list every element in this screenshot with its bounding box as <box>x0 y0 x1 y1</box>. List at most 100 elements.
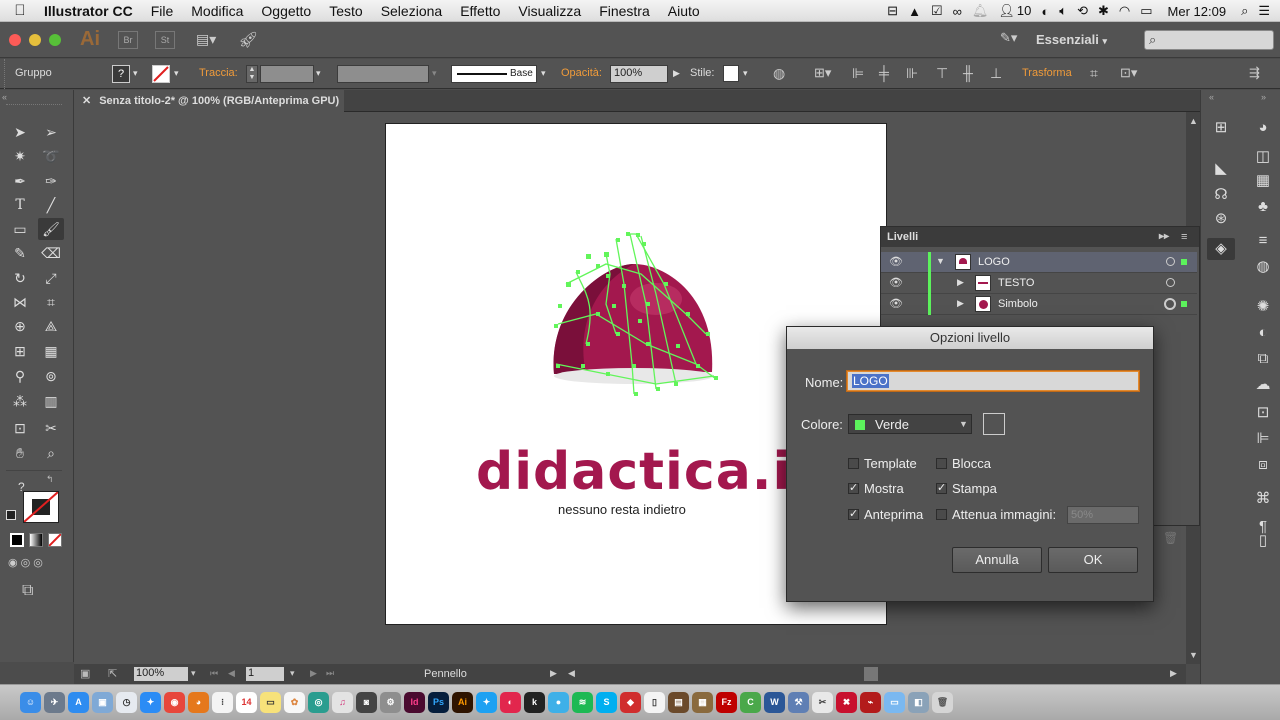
drive-icon[interactable]: ▲ <box>903 4 926 19</box>
pages-icon[interactable]: ▯ <box>644 692 665 713</box>
graph-tool-icon[interactable]: ▥ <box>38 390 64 412</box>
selection-indicator[interactable] <box>1181 259 1187 265</box>
pen-tool-icon[interactable]: ✒ <box>7 170 33 192</box>
transparency-panel-icon[interactable]: ◐ <box>1251 322 1275 344</box>
align-right-icon[interactable]: ⊪ <box>906 65 918 82</box>
print-label[interactable]: Stampa <box>952 481 997 496</box>
close-window-button[interactable] <box>9 34 21 46</box>
ok-button[interactable]: OK <box>1048 547 1138 573</box>
artboard-tool-icon[interactable]: ⊡ <box>7 417 33 439</box>
clock[interactable]: Mer 12:09 <box>1158 4 1237 19</box>
swatches-panel-icon[interactable]: ▦ <box>1251 170 1275 192</box>
opentype-panel-icon[interactable]: ▯ <box>1251 530 1275 552</box>
mesh-tool-icon[interactable]: ⊞ <box>7 340 33 362</box>
target-double-circle-icon[interactable] <box>1164 298 1176 310</box>
menu-seleziona[interactable]: Seleziona <box>372 3 452 19</box>
panel-menu-icon[interactable]: ≡ <box>1181 227 1187 247</box>
clock-app-icon[interactable]: ◷ <box>116 692 137 713</box>
appearance-panel-icon[interactable]: ☊ <box>1209 184 1233 206</box>
graphic-style-dropdown-icon[interactable]: ▾ <box>743 68 748 79</box>
stroke-weight-stepper[interactable]: ▲ ▼ <box>246 65 258 83</box>
spotlight-icon[interactable]: ⌕ <box>1236 3 1253 19</box>
menu-app-name[interactable]: Illustrator CC <box>40 3 142 19</box>
collapse-tools-icon[interactable]: « <box>2 92 7 102</box>
default-colors-icon[interactable] <box>6 510 16 520</box>
time-machine-icon[interactable]: ⟲ <box>1072 3 1093 19</box>
color-mode-icon[interactable] <box>10 533 24 547</box>
fill-swatch[interactable]: ? <box>112 65 130 83</box>
photos-icon[interactable]: ✿ <box>284 692 305 713</box>
status-menu-arrow-icon[interactable]: ▶ <box>550 668 557 679</box>
bridge-button[interactable]: Br <box>118 31 138 49</box>
bell-icon[interactable]: 🔔︎ <box>967 3 994 19</box>
workspace-switcher[interactable]: Essenziali ▾ <box>1036 32 1107 47</box>
magic-wand-tool-icon[interactable]: ✷ <box>7 145 33 167</box>
menu-file[interactable]: File <box>142 3 183 19</box>
grip-handle[interactable] <box>4 59 7 89</box>
scale-tool-icon[interactable]: ⤢ <box>38 267 64 289</box>
twitter-icon[interactable]: ✦ <box>476 692 497 713</box>
symbol-sprayer-tool-icon[interactable]: ⁂ <box>7 390 33 412</box>
curvature-tool-icon[interactable]: ✑ <box>38 170 64 192</box>
stickies-icon[interactable]: ▭ <box>260 692 281 713</box>
arrange-documents-icon[interactable]: ▤▾ <box>196 31 222 49</box>
shape-builder-tool-icon[interactable]: ⊕ <box>7 315 33 337</box>
dim-images-checkbox[interactable] <box>936 509 947 520</box>
menu-modifica[interactable]: Modifica <box>182 3 252 19</box>
layers-panel-icon[interactable]: ◈ <box>1207 238 1235 260</box>
opacity-label[interactable]: Opacità: <box>561 67 602 79</box>
menu-finestra[interactable]: Finestra <box>590 3 659 19</box>
calendar-icon[interactable]: 14 <box>236 692 257 713</box>
downloads-folder-icon[interactable]: ▭ <box>884 692 905 713</box>
target-circle-icon[interactable] <box>1166 278 1175 287</box>
symbols-panel-icon[interactable]: ♣ <box>1251 196 1275 218</box>
brush-profile-dropdown-icon[interactable]: ▾ <box>541 68 546 79</box>
pencil-tool-icon[interactable]: ✎ <box>7 242 33 264</box>
apple-icon[interactable]:  <box>0 2 40 19</box>
stroke-weight-field[interactable] <box>260 65 314 83</box>
brushes-panel-icon[interactable]: ≡ <box>1251 230 1275 252</box>
align-to-icon[interactable]: ⊞▾ <box>814 65 831 81</box>
preview-icon[interactable]: ▣ <box>92 692 113 713</box>
fill-dropdown-icon[interactable]: ▾ <box>133 68 138 79</box>
transform-panel-icon[interactable]: ⊞ <box>1209 117 1233 139</box>
lock-label[interactable]: Blocca <box>952 456 991 471</box>
cross-app-icon[interactable]: ✖ <box>836 692 857 713</box>
toggle-icon[interactable]: ⊟ <box>882 3 903 19</box>
expand-arrow-icon[interactable]: ▶ <box>957 298 964 309</box>
artboard-nav-icon[interactable]: ▣ <box>80 667 90 680</box>
menu-testo[interactable]: Testo <box>320 3 371 19</box>
slice-tool-icon[interactable]: ✂ <box>38 417 64 439</box>
collapse-icon[interactable]: ▸▸ <box>1159 227 1169 247</box>
stroke-label[interactable]: Traccia: <box>199 67 238 79</box>
glasses-icon[interactable]: ∞ <box>948 4 967 19</box>
layer-name[interactable]: LOGO <box>978 256 1010 268</box>
app-store-icon[interactable]: A <box>68 692 89 713</box>
layer-row-testo[interactable]: 👁︎ ▶ TESTO <box>881 273 1197 294</box>
preview-checkbox[interactable]: ✓ <box>848 509 859 520</box>
color-select[interactable]: Verde ▼ <box>848 414 972 434</box>
scroll-up-icon[interactable]: ▲ <box>1189 116 1198 126</box>
horizontal-scroll-thumb[interactable] <box>864 667 878 681</box>
delete-layer-icon[interactable]: 🗑︎ <box>1163 531 1178 545</box>
finder-icon[interactable]: ☺ <box>20 692 41 713</box>
align-bottom-icon[interactable]: ⊥ <box>990 65 1002 82</box>
control-menu-icon[interactable]: ⇶ <box>1249 65 1260 81</box>
trash-icon[interactable]: 🗑︎ <box>932 692 953 713</box>
layer-row-logo[interactable]: 👁︎ ▼ LOGO <box>881 252 1197 273</box>
search-input[interactable]: ⌕ <box>1144 30 1274 50</box>
xcode-icon[interactable]: ⚒ <box>788 692 809 713</box>
spotify-icon[interactable]: ≋ <box>572 692 593 713</box>
stroke-panel-icon[interactable]: ✺ <box>1251 296 1275 318</box>
camera-icon[interactable]: ◙ <box>356 692 377 713</box>
dim-images-input[interactable]: 50% <box>1067 506 1139 524</box>
menu-effetto[interactable]: Effetto <box>451 3 509 19</box>
notification-center-icon[interactable]: ☰ <box>1253 3 1280 19</box>
messages-icon[interactable]: ● <box>548 692 569 713</box>
expand-panels-icon[interactable]: « <box>1209 92 1214 102</box>
scroll-left-icon[interactable]: ◀ <box>568 668 575 679</box>
stroke-dropdown-icon[interactable]: ▾ <box>174 68 179 79</box>
align-panel-icon[interactable]: ⊫ <box>1251 428 1275 450</box>
zoom-field[interactable]: 100% <box>134 667 188 681</box>
lightroom-icon[interactable]: ◐ <box>500 692 521 713</box>
